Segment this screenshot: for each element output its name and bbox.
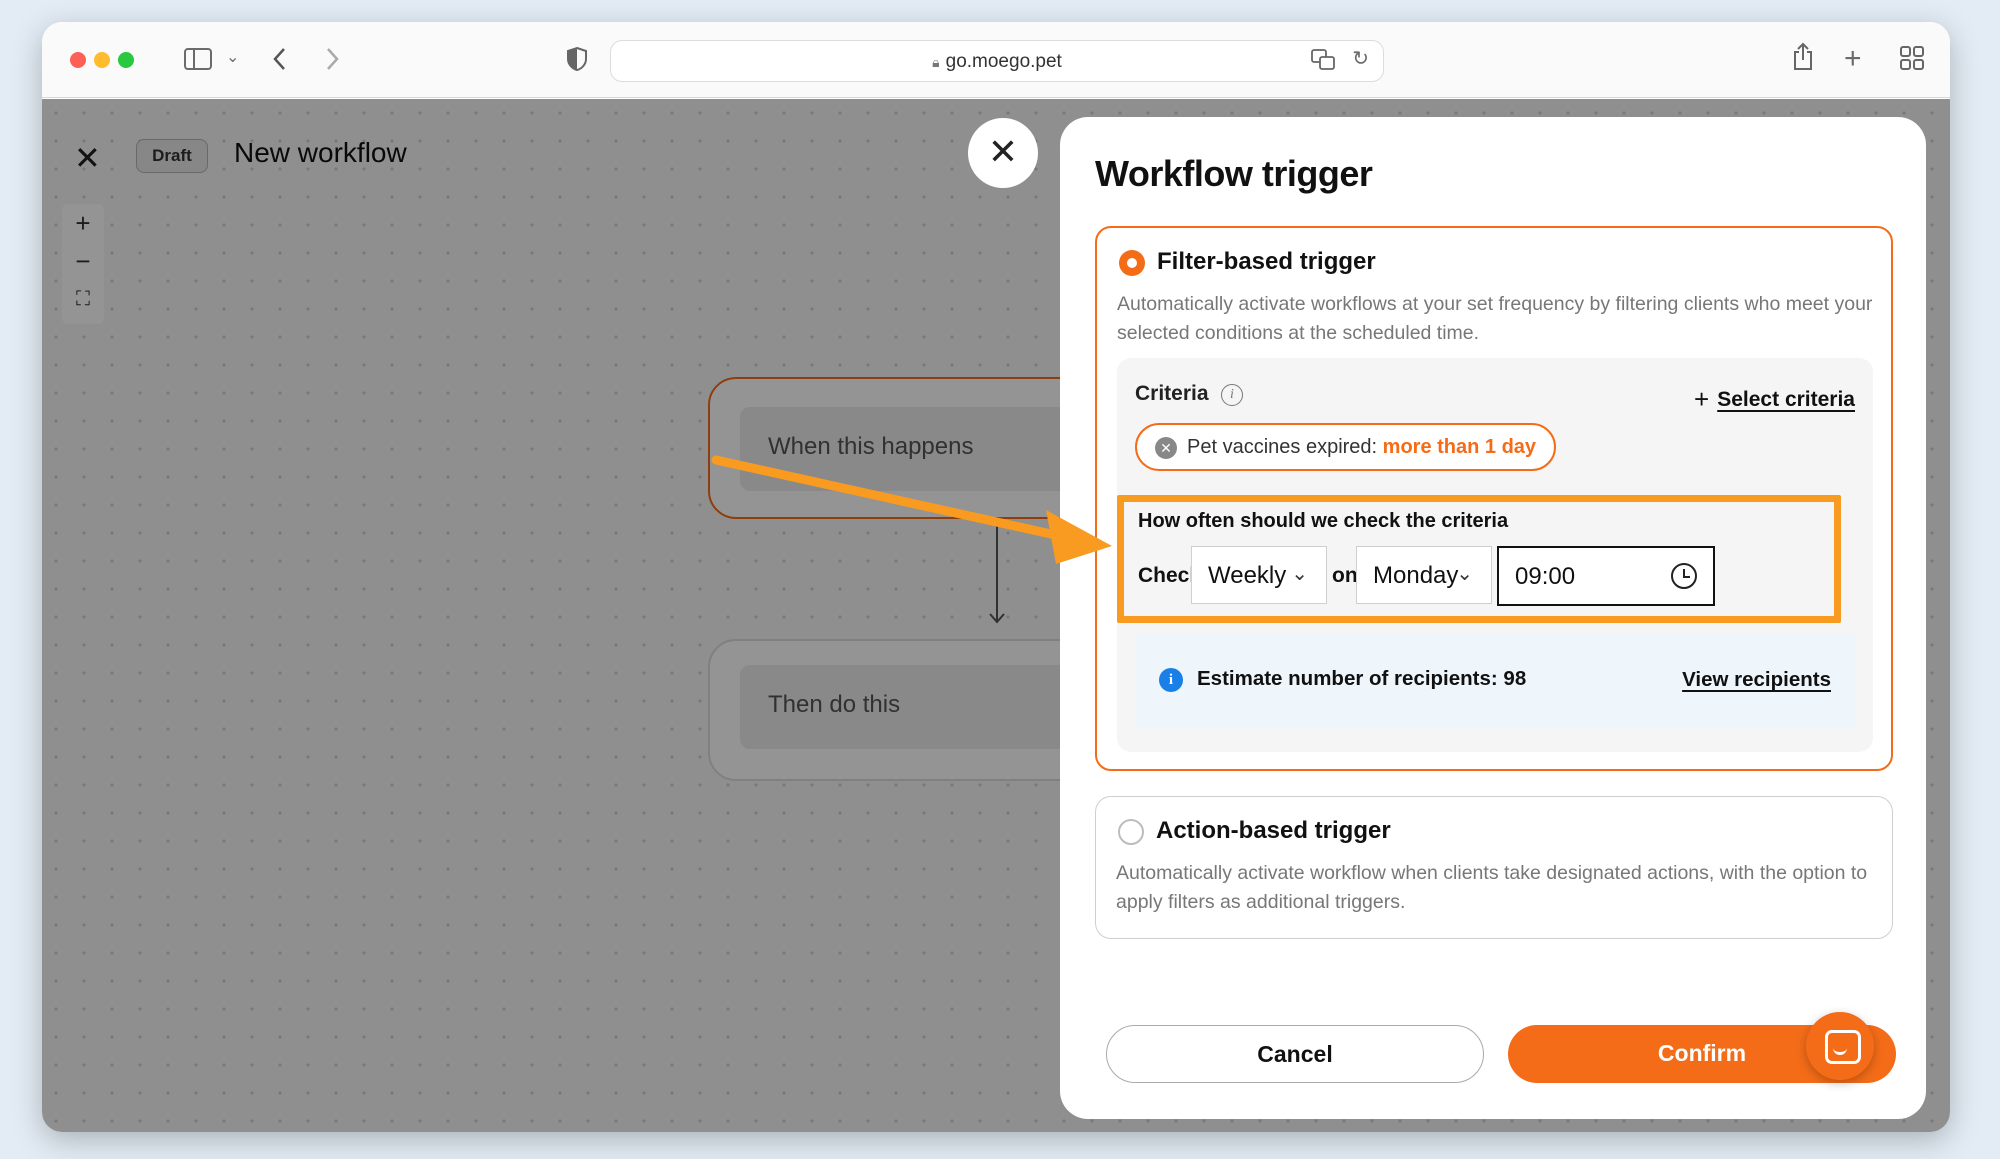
annotation-arrow <box>711 455 1112 564</box>
chat-widget-button[interactable] <box>1806 1012 1874 1080</box>
